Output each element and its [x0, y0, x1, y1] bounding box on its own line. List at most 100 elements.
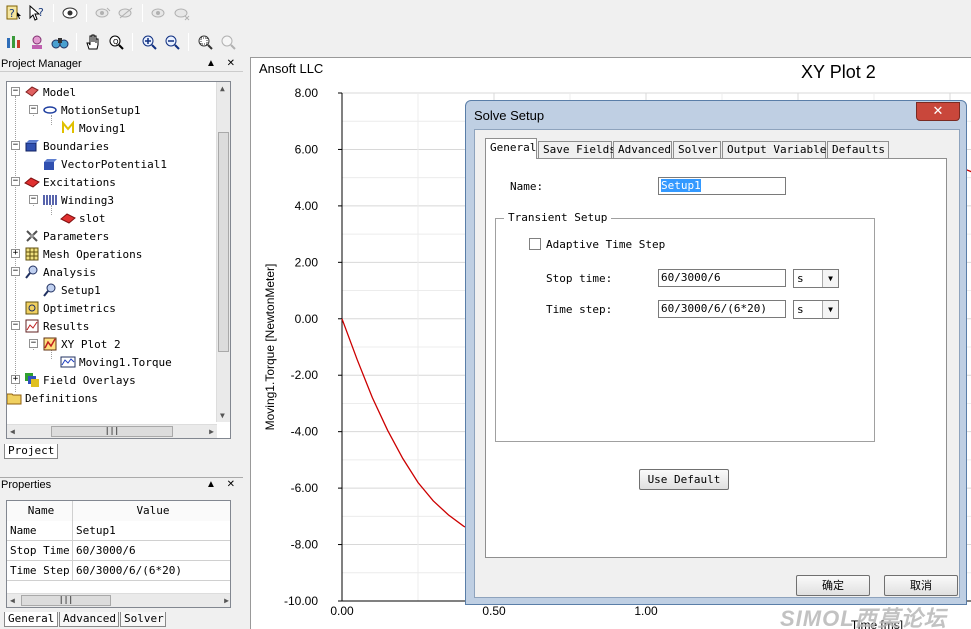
stop-time-input[interactable]: 60/3000/6 — [658, 269, 786, 287]
winding-icon — [43, 195, 57, 205]
tree-item-moving1[interactable]: Moving1 — [60, 119, 125, 137]
table-row[interactable]: Stop Time 60/3000/6 — [7, 541, 230, 561]
tab-general[interactable]: General — [4, 612, 58, 627]
zoom-area-icon[interactable] — [218, 32, 238, 52]
scroll-right-arrow-icon[interactable]: ▶ — [224, 596, 229, 605]
tree-item-xy-plot-2[interactable]: XY Plot 2 — [42, 335, 121, 353]
tree-item-label: Definitions — [25, 391, 98, 405]
cancel-button[interactable]: 取消 — [884, 575, 958, 596]
tree-item-slot[interactable]: slot — [60, 209, 106, 227]
tree-item-label: Analysis — [43, 265, 96, 279]
time-step-input[interactable]: 60/3000/6/(6*20) — [658, 300, 786, 318]
table-row[interactable]: Time Step 60/3000/6/(6*20) — [7, 561, 230, 581]
zoom-out-icon[interactable] — [162, 32, 182, 52]
tree-expander[interactable]: − — [11, 177, 20, 186]
hide-selection-icon[interactable] — [172, 3, 192, 23]
bar-chart-icon[interactable] — [4, 32, 24, 52]
scroll-up-arrow-icon[interactable]: ▲ — [220, 84, 225, 93]
zoom-in-icon[interactable] — [139, 32, 159, 52]
user-icon[interactable] — [27, 32, 47, 52]
property-value[interactable]: 60/3000/6/(6*20) — [73, 561, 230, 581]
adaptive-time-step-checkbox[interactable] — [529, 238, 541, 250]
tree-horizontal-scrollbar[interactable]: ◀ ||| ▶ — [7, 424, 217, 438]
scrollbar-thumb[interactable]: ||| — [21, 595, 111, 606]
scroll-left-arrow-icon[interactable]: ◀ — [10, 427, 15, 436]
name-label: Name: — [510, 180, 544, 193]
panel-controls[interactable]: ▲ ✕ — [206, 478, 239, 492]
tree-item-excitations[interactable]: Excitations — [24, 173, 116, 191]
scrollbar-thumb[interactable] — [218, 132, 229, 352]
solve-setup-dialog[interactable]: Solve Setup ✕ General Save Fields Advanc… — [465, 100, 967, 605]
project-tree[interactable]: − − − − − + − − − + Model MotionSetup1 M… — [6, 81, 231, 439]
context-help-icon[interactable]: ? — [4, 3, 24, 23]
properties-horizontal-scrollbar[interactable]: ◀ ||| ▶ — [7, 593, 230, 607]
tree-item-moving1-torque[interactable]: Moving1.Torque — [60, 353, 172, 371]
chevron-down-icon[interactable]: ▼ — [822, 301, 838, 318]
hide-all-icon[interactable] — [116, 3, 136, 23]
tree-expander[interactable]: + — [11, 375, 20, 384]
property-name: Stop Time — [7, 541, 73, 561]
zoom-fit-icon[interactable] — [195, 32, 215, 52]
zoom-query-icon[interactable]: Q — [106, 32, 126, 52]
scroll-left-arrow-icon[interactable]: ◀ — [10, 596, 15, 605]
tab-advanced[interactable]: Advanced — [59, 612, 119, 627]
y-tick-label: -4.00 — [291, 425, 319, 439]
tab-general[interactable]: General — [485, 138, 537, 159]
tree-expander[interactable]: + — [11, 249, 20, 258]
tab-defaults[interactable]: Defaults — [827, 141, 889, 158]
tree-item-definitions[interactable]: Definitions — [7, 389, 98, 407]
hand-pan-icon[interactable] — [83, 32, 103, 52]
tab-project[interactable]: Project — [4, 444, 58, 459]
tree-expander[interactable]: − — [11, 321, 20, 330]
watermark-logo: SIMOL西莫论坛 — [780, 606, 947, 629]
tree-item-results[interactable]: Results — [24, 317, 89, 335]
tree-item-motionsetup1[interactable]: MotionSetup1 — [42, 101, 140, 119]
tree-expander[interactable]: − — [29, 195, 38, 204]
ok-button[interactable]: 确定 — [796, 575, 870, 596]
tree-item-model[interactable]: Model — [24, 83, 76, 101]
torque-series-line — [341, 318, 480, 534]
tree-expander[interactable]: − — [29, 339, 38, 348]
tree-item-boundaries[interactable]: Boundaries — [24, 137, 109, 155]
tree-item-setup1[interactable]: Setup1 — [42, 281, 101, 299]
tree-item-mesh-operations[interactable]: Mesh Operations — [24, 245, 142, 263]
tree-item-vectorpotential1[interactable]: VectorPotential1 — [42, 155, 167, 173]
tree-item-field-overlays[interactable]: Field Overlays — [24, 371, 136, 389]
property-value[interactable]: 60/3000/6 — [73, 541, 230, 561]
tree-vertical-scrollbar[interactable]: ▲ ▼ — [216, 82, 230, 422]
scroll-right-arrow-icon[interactable]: ▶ — [209, 427, 214, 436]
close-button[interactable]: ✕ — [916, 102, 960, 121]
tree-expander[interactable]: − — [11, 87, 20, 96]
stop-time-unit-select[interactable]: s ▼ — [793, 269, 839, 288]
tab-save-fields[interactable]: Save Fields — [538, 141, 616, 158]
tree-item-winding3[interactable]: Winding3 — [42, 191, 114, 209]
time-step-unit-select[interactable]: s ▼ — [793, 300, 839, 319]
show-all-icon[interactable] — [93, 3, 113, 23]
chevron-down-icon[interactable]: ▼ — [822, 270, 838, 287]
tree-item-analysis[interactable]: Analysis — [24, 263, 96, 281]
column-header-name: Name — [7, 501, 73, 521]
name-input[interactable]: Setup1 — [658, 177, 786, 195]
property-value[interactable]: Setup1 — [73, 521, 230, 541]
tree-expander[interactable]: − — [11, 267, 20, 276]
table-row[interactable]: Name Setup1 — [7, 521, 230, 541]
whats-this-help-icon[interactable]: ? — [27, 3, 47, 23]
adaptive-time-step-label: Adaptive Time Step — [546, 238, 666, 251]
tree-expander[interactable]: − — [29, 105, 38, 114]
panel-controls[interactable]: ▲ ✕ — [206, 57, 239, 71]
scroll-down-arrow-icon[interactable]: ▼ — [220, 411, 225, 420]
scrollbar-thumb[interactable]: ||| — [51, 426, 173, 437]
tab-solver[interactable]: Solver — [120, 612, 166, 627]
use-default-button[interactable]: Use Default — [639, 469, 729, 490]
tab-advanced[interactable]: Advanced — [613, 141, 672, 158]
show-selection-icon[interactable] — [149, 3, 169, 23]
tree-item-parameters[interactable]: Parameters — [24, 227, 109, 245]
tree-item-optimetrics[interactable]: Optimetrics — [24, 299, 116, 317]
tree-item-label: Moving1.Torque — [79, 355, 172, 369]
name-input-value: Setup1 — [661, 179, 701, 192]
tab-output-variables[interactable]: Output Variables — [722, 141, 833, 158]
tree-expander[interactable]: − — [11, 141, 20, 150]
binoculars-icon[interactable] — [50, 32, 70, 52]
eye-visibility-icon[interactable] — [60, 3, 80, 23]
tab-solver[interactable]: Solver — [673, 141, 721, 158]
